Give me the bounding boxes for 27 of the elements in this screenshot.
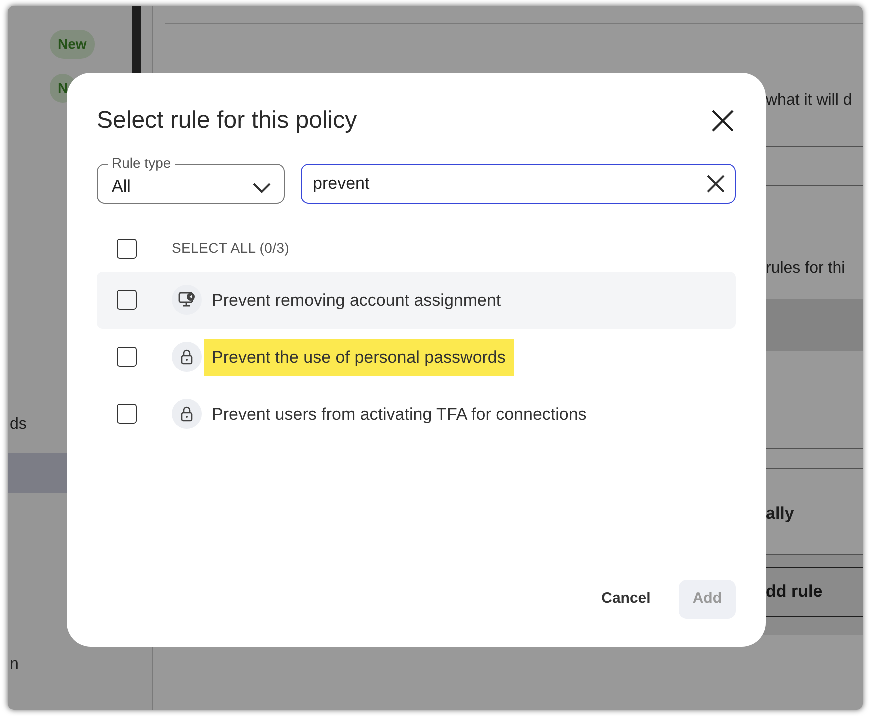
search-field[interactable]: prevent [301,164,736,204]
checkbox[interactable] [117,290,137,310]
monitor-icon [178,291,196,310]
chevron-down-icon [253,182,271,193]
add-rule-button[interactable]: dd rule [766,579,823,605]
checkbox[interactable] [117,347,137,368]
description-text: ally [766,503,794,526]
description-text: what it will d [766,91,852,111]
rule-label: Prevent removing account assignment [211,290,502,312]
dialog-title: Select rule for this policy [97,107,358,136]
sidebar-item[interactable]: n [8,653,152,683]
new-badge: New [50,30,95,59]
rule-row[interactable]: Prevent removing account assignment [97,272,736,329]
select-all-label: SELECT ALL (0/3) [172,239,290,258]
lock-icon [180,349,194,366]
checkbox[interactable] [117,238,137,259]
clear-icon[interactable] [707,174,725,193]
cancel-button[interactable]: Cancel [588,580,665,619]
scrollbar[interactable] [132,6,141,76]
search-input[interactable]: prevent [313,171,707,197]
close-button[interactable] [710,108,736,134]
lock-icon [180,406,194,422]
description-text: rules for thi [766,259,846,279]
checkbox[interactable] [117,404,137,424]
rule-type-dropdown[interactable]: Rule type All [97,154,285,204]
rule-label[interactable]: Prevent users from activating TFA for connections [204,396,595,434]
rule-label[interactable]: Prevent the use of personal passwords [204,338,514,376]
